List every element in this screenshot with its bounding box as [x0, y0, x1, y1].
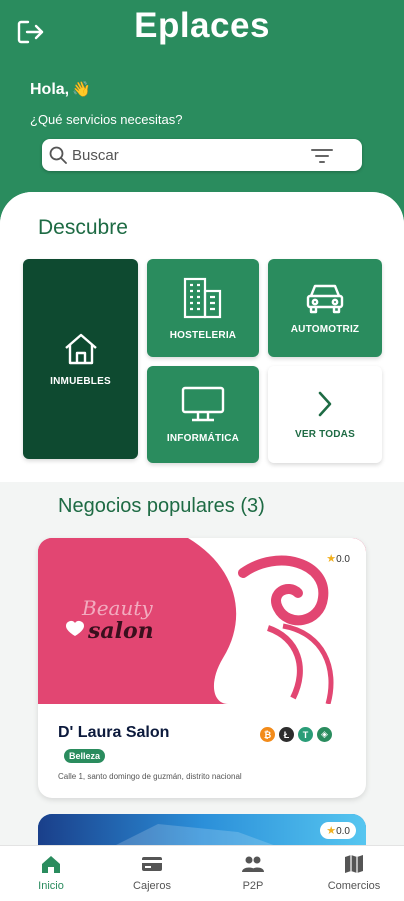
- house-icon: [64, 333, 97, 364]
- business-card[interactable]: Beauty salon ★0.0 D' Laura Salon ₿ Ł T ◈…: [38, 538, 366, 798]
- image-text-beauty: Beauty: [82, 596, 153, 620]
- nav-cajeros[interactable]: Cajeros: [107, 854, 197, 892]
- search-input[interactable]: [72, 144, 302, 166]
- rating-badge: ★0.0: [320, 550, 356, 567]
- discover-panel: Descubre INMUEBLES HOSTELERIA AUTOMOTRIZ: [0, 192, 404, 482]
- building-icon: [183, 277, 222, 318]
- rating-value: 0.0: [336, 554, 350, 565]
- main-content: Descubre INMUEBLES HOSTELERIA AUTOMOTRIZ: [0, 192, 404, 900]
- star-icon: ★: [326, 553, 337, 565]
- popular-businesses-title: Negocios populares (3): [58, 495, 265, 517]
- users-icon: [242, 856, 264, 872]
- chevron-right-icon: [318, 391, 332, 417]
- business-address: Calle 1, santo domingo de guzmán, distri…: [58, 772, 242, 781]
- category-label: INMUEBLES: [50, 375, 111, 387]
- business-image: Beauty salon ★0.0: [38, 538, 366, 704]
- category-label: INFORMÁTICA: [166, 433, 240, 444]
- card-icon: [142, 857, 162, 871]
- tether-icon: T: [298, 727, 313, 742]
- discover-title: Descubre: [38, 216, 128, 239]
- nav-inicio[interactable]: Inicio: [6, 854, 96, 892]
- category-badge: Belleza: [64, 749, 106, 763]
- category-label: AUTOMOTRIZ: [290, 323, 360, 335]
- star-icon: ★: [326, 825, 337, 837]
- litecoin-icon: Ł: [279, 727, 294, 742]
- nav-comercios[interactable]: Comercios: [309, 854, 399, 892]
- image-text-salon: salon: [88, 618, 154, 644]
- category-inmuebles[interactable]: INMUEBLES: [23, 259, 138, 459]
- search-bar[interactable]: [42, 139, 362, 171]
- category-hosteleria[interactable]: HOSTELERIA: [147, 259, 259, 357]
- greeting-text: Hola,: [30, 81, 70, 98]
- rating-badge: ★0.0: [320, 822, 356, 839]
- search-icon: [49, 146, 67, 164]
- category-automotriz[interactable]: AUTOMOTRIZ: [268, 259, 382, 357]
- map-icon: [345, 855, 363, 873]
- wave-emoji: 👋: [72, 81, 91, 98]
- nav-label: Comercios: [327, 880, 381, 892]
- greeting: Hola, 👋: [30, 80, 91, 99]
- monitor-icon: [181, 386, 225, 422]
- business-name: D' Laura Salon: [58, 724, 170, 741]
- category-label: VER TODAS: [295, 429, 355, 440]
- car-icon: [306, 284, 344, 313]
- nav-p2p[interactable]: P2P: [208, 854, 298, 892]
- bottom-navigation: Inicio Cajeros P2P Comercios: [0, 845, 404, 901]
- nav-label: P2P: [242, 880, 264, 892]
- app-title: Eplaces: [134, 6, 270, 45]
- nav-label: Cajeros: [133, 880, 171, 892]
- bitcoin-icon: ₿: [260, 727, 275, 742]
- category-label: HOSTELERIA: [169, 329, 237, 341]
- services-question: ¿Qué servicios necesitas?: [30, 112, 183, 127]
- category-ver-todas[interactable]: VER TODAS: [268, 366, 382, 463]
- filter-icon[interactable]: [310, 148, 334, 164]
- crypto-icon: ◈: [317, 727, 332, 742]
- nav-label: Inicio: [38, 880, 64, 892]
- home-icon: [42, 856, 60, 873]
- rating-value: 0.0: [336, 826, 350, 837]
- category-informatica[interactable]: INFORMÁTICA: [147, 366, 259, 463]
